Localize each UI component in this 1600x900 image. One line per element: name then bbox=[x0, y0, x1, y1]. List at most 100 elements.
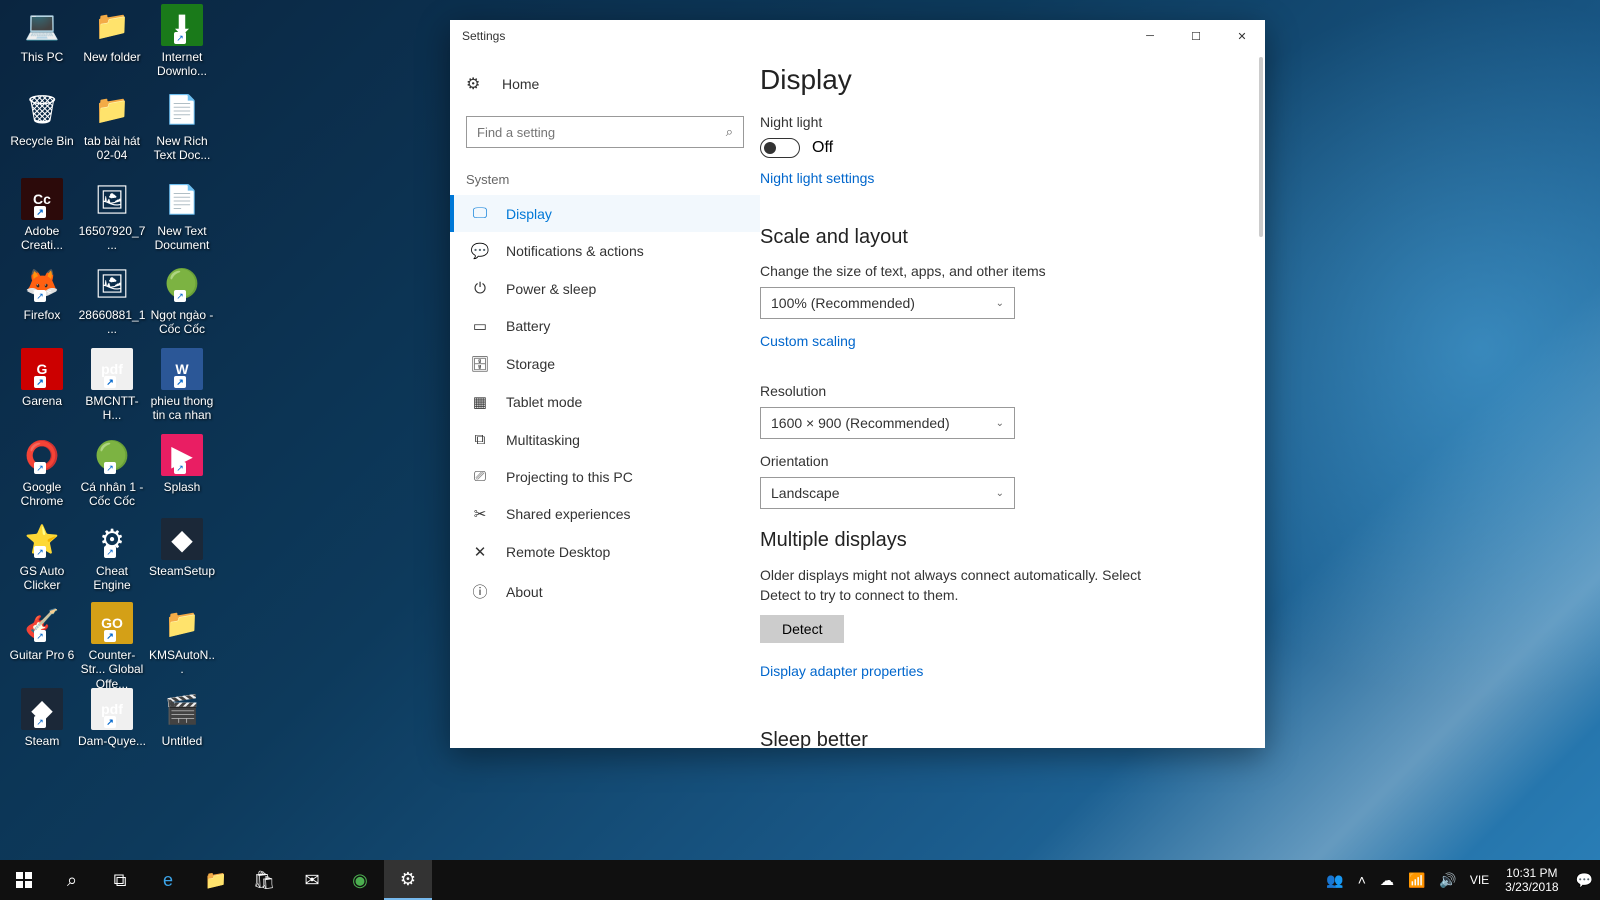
desktop-icon[interactable]: 🎬Untitled bbox=[148, 688, 216, 748]
night-light-toggle[interactable] bbox=[760, 138, 800, 158]
desktop-icon[interactable]: 🟢↗Ngọt ngào - Cốc Cốc bbox=[148, 262, 216, 337]
sleep-better-heading: Sleep better bbox=[760, 729, 1225, 748]
text-size-dropdown[interactable]: 100% (Recommended) ⌄ bbox=[760, 287, 1015, 319]
chevron-down-icon: ⌄ bbox=[996, 418, 1004, 429]
onedrive-icon[interactable]: ☁ bbox=[1373, 872, 1401, 889]
nav-icon: 💬 bbox=[470, 242, 490, 260]
detect-button[interactable]: Detect bbox=[760, 615, 844, 643]
tray-chevron-icon[interactable]: ˄ bbox=[1351, 872, 1373, 888]
explorer-button[interactable]: 📁 bbox=[192, 860, 240, 900]
desktop-icon[interactable]: 🗑Recycle Bin bbox=[8, 88, 76, 148]
desktop-icon[interactable]: ▶↗Splash bbox=[148, 434, 216, 494]
desktop-icon[interactable]: 📁New folder bbox=[78, 4, 146, 64]
store-button[interactable]: 🛍 bbox=[240, 860, 288, 900]
people-icon[interactable]: 👥 bbox=[1319, 872, 1350, 889]
nav-label: Display bbox=[506, 206, 552, 222]
gear-icon: ⚙ bbox=[466, 74, 486, 94]
nav-icon: ▭ bbox=[470, 317, 490, 335]
task-view-button[interactable]: ⧉ bbox=[96, 860, 144, 900]
desktop-icon[interactable]: 📄New Text Document bbox=[148, 178, 216, 253]
coccoc-button[interactable]: ◉ bbox=[336, 860, 384, 900]
desktop-icon[interactable]: ◆SteamSetup bbox=[148, 518, 216, 578]
page-title: Display bbox=[760, 64, 1225, 96]
clock[interactable]: 10:31 PM 3/23/2018 bbox=[1495, 866, 1568, 895]
desktop-icon[interactable]: pdf↗Dam-Quye... bbox=[78, 688, 146, 748]
sidebar-item-tablet-mode[interactable]: ▦Tablet mode bbox=[450, 383, 760, 421]
desktop-icon[interactable]: Cc↗Adobe Creati... bbox=[8, 178, 76, 253]
nav-label: Power & sleep bbox=[506, 281, 596, 297]
start-button[interactable] bbox=[0, 860, 48, 900]
nav-icon: 🗄 bbox=[470, 355, 490, 373]
orientation-dropdown[interactable]: Landscape ⌄ bbox=[760, 477, 1015, 509]
sidebar-item-notifications-actions[interactable]: 💬 Notifications & actions bbox=[450, 232, 760, 270]
category-label: System bbox=[450, 160, 760, 195]
sidebar-item-multitasking[interactable]: ⧉ Multitasking bbox=[450, 421, 760, 458]
desktop-icon[interactable]: 🦊↗Firefox bbox=[8, 262, 76, 322]
nav-label: Multitasking bbox=[506, 432, 580, 448]
nav-icon: ⧉ bbox=[470, 431, 490, 448]
resolution-label: Resolution bbox=[760, 383, 1225, 399]
nav-label: Notifications & actions bbox=[506, 243, 644, 259]
multiple-displays-heading: Multiple displays bbox=[760, 529, 1225, 552]
desktop-icon[interactable]: ⭕↗Google Chrome bbox=[8, 434, 76, 509]
desktop-icon[interactable]: 📁KMSAutoN... bbox=[148, 602, 216, 677]
desktop-icon[interactable]: 📁tab bài hát 02-04 bbox=[78, 88, 146, 163]
scrollbar[interactable] bbox=[1253, 52, 1265, 748]
settings-taskbar-button[interactable]: ⚙ bbox=[384, 860, 432, 900]
chevron-down-icon: ⌄ bbox=[996, 488, 1004, 499]
nav-label: Storage bbox=[506, 356, 555, 372]
custom-scaling-link[interactable]: Custom scaling bbox=[760, 333, 856, 349]
volume-icon[interactable]: 🔊 bbox=[1432, 872, 1463, 889]
nav-label: Battery bbox=[506, 318, 550, 334]
desktop-icon[interactable]: W↗phieu thong tin ca nhan bbox=[148, 348, 216, 423]
sidebar-item-display[interactable]: 🖵Display bbox=[450, 195, 760, 232]
desktop-icon[interactable]: pdf↗BMCNTT-H... bbox=[78, 348, 146, 423]
sidebar-item-storage[interactable]: 🗄 Storage bbox=[450, 345, 760, 383]
mail-button[interactable]: ✉ bbox=[288, 860, 336, 900]
display-adapter-link[interactable]: Display adapter properties bbox=[760, 663, 923, 679]
sidebar-item-power-sleep[interactable]: ⏻ Power & sleep bbox=[450, 270, 760, 307]
desktop-icon[interactable]: GO↗Counter-Str... Global Offe... bbox=[78, 602, 146, 691]
action-center-icon[interactable]: 💬 bbox=[1569, 872, 1600, 889]
nav-icon: ⓘ bbox=[470, 581, 490, 602]
search-box[interactable]: ⌕ bbox=[466, 116, 744, 148]
search-icon: ⌕ bbox=[726, 124, 733, 140]
nav-icon: ⏻ bbox=[470, 280, 490, 297]
sidebar-item-projecting-to-this-pc[interactable]: ⎚Projecting to this PC bbox=[450, 458, 760, 495]
desktop-icon[interactable]: ⭐↗GS Auto Clicker bbox=[8, 518, 76, 593]
desktop-icon[interactable]: 💻This PC bbox=[8, 4, 76, 64]
desktop-icon[interactable]: ⚙↗Cheat Engine bbox=[78, 518, 146, 593]
resolution-dropdown[interactable]: 1600 × 900 (Recommended) ⌄ bbox=[760, 407, 1015, 439]
desktop-icon[interactable]: 🖼28660881_1... bbox=[78, 262, 146, 337]
night-light-settings-link[interactable]: Night light settings bbox=[760, 170, 874, 186]
sidebar-item-about[interactable]: ⓘ About bbox=[450, 571, 760, 612]
desktop-icon[interactable]: ◆↗Steam bbox=[8, 688, 76, 748]
desktop-icon[interactable]: 📄New Rich Text Doc... bbox=[148, 88, 216, 163]
window-title: Settings bbox=[462, 29, 505, 43]
close-button[interactable]: ✕ bbox=[1219, 20, 1265, 52]
text-size-label: Change the size of text, apps, and other… bbox=[760, 263, 1225, 279]
sidebar-item-remote-desktop[interactable]: ✕Remote Desktop bbox=[450, 533, 760, 571]
desktop-icon[interactable]: 🖼16507920_7... bbox=[78, 178, 146, 253]
wifi-icon[interactable]: 📶 bbox=[1401, 872, 1432, 889]
settings-sidebar: ⚙ Home ⌕ System 🖵Display 💬 Notifications &… bbox=[450, 52, 760, 748]
desktop-icon[interactable]: 🟢↗Cá nhân 1 - Cốc Cốc bbox=[78, 434, 146, 509]
settings-window: Settings ─ ☐ ✕ ⚙ Home ⌕ System 🖵Display💬… bbox=[450, 20, 1265, 748]
nav-label: About bbox=[506, 584, 543, 600]
search-input[interactable] bbox=[477, 125, 726, 140]
night-light-label: Night light bbox=[760, 114, 1225, 130]
language-indicator[interactable]: VIE bbox=[1464, 873, 1495, 887]
edge-button[interactable]: e bbox=[144, 860, 192, 900]
maximize-button[interactable]: ☐ bbox=[1173, 20, 1219, 52]
desktop-icon[interactable]: G↗Garena bbox=[8, 348, 76, 408]
desktop-icon[interactable]: ⬇↗Internet Downlo... bbox=[148, 4, 216, 79]
nav-icon: ✕ bbox=[470, 543, 490, 561]
sidebar-item-battery[interactable]: ▭ Battery bbox=[450, 307, 760, 345]
sidebar-item-shared-experiences[interactable]: ✂Shared experiences bbox=[450, 495, 760, 533]
home-nav[interactable]: ⚙ Home bbox=[450, 64, 760, 104]
minimize-button[interactable]: ─ bbox=[1127, 20, 1173, 52]
scale-heading: Scale and layout bbox=[760, 226, 1225, 249]
search-button[interactable]: ⌕ bbox=[48, 860, 96, 900]
desktop-icon[interactable]: 🎸↗Guitar Pro 6 bbox=[8, 602, 76, 662]
nav-icon: ▦ bbox=[470, 393, 490, 411]
